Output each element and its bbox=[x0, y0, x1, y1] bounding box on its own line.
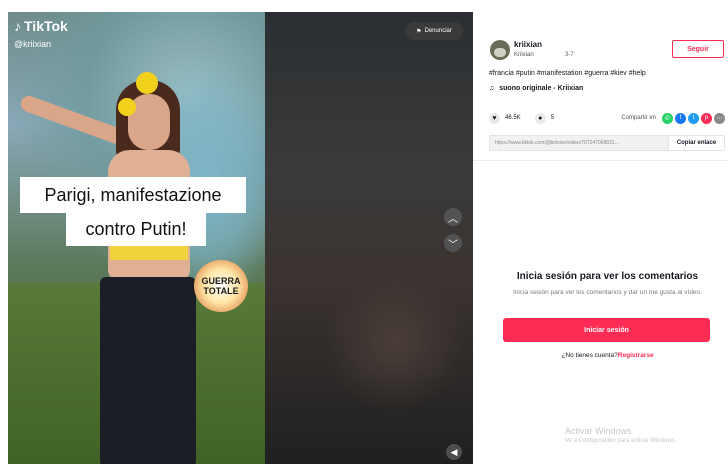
more-share-icon[interactable]: ⋯ bbox=[714, 112, 725, 124]
report-label: Denunciar bbox=[424, 28, 452, 34]
flower-crown bbox=[136, 72, 158, 94]
heart-icon: ♥ bbox=[489, 112, 500, 124]
comments-login-subtitle: Inicia sesión para ver los comentarios y… bbox=[513, 289, 702, 296]
login-button[interactable]: Iniciar sesión bbox=[503, 318, 710, 342]
music-link[interactable]: ♫ suono originale - Kriixian bbox=[489, 85, 583, 92]
signup-prompt: ¿No tienes cuenta?Registrarse bbox=[490, 352, 725, 359]
video-link-field[interactable]: https://www.tiktok.com/@kriixian/video/7… bbox=[490, 136, 668, 150]
comment-stat[interactable]: ● 5 bbox=[534, 112, 555, 124]
chevron-down-icon: ﹀ bbox=[448, 239, 458, 251]
pinterest-icon[interactable]: p bbox=[701, 112, 712, 124]
like-count: 46.5K bbox=[505, 115, 521, 121]
report-button[interactable]: ⚑ Denunciar bbox=[405, 22, 463, 40]
music-text: suono originale - Kriixian bbox=[499, 85, 584, 92]
video-handle: @kriixian bbox=[14, 39, 52, 49]
post-date: 3-7 bbox=[565, 52, 574, 58]
comment-count: 5 bbox=[550, 115, 555, 121]
tiktok-video-page: ♪ TikTok @kriixian Parigi, manifestazion… bbox=[0, 0, 728, 465]
flower-crown-2 bbox=[118, 98, 136, 116]
facebook-icon[interactable]: f bbox=[675, 112, 686, 124]
blurred-background bbox=[265, 12, 473, 464]
author-nickname: Kriixian bbox=[514, 52, 534, 58]
person-pants bbox=[100, 277, 196, 464]
chevron-up-icon: ︿ bbox=[448, 213, 458, 225]
music-note-icon: ♫ bbox=[489, 85, 495, 92]
avatar[interactable] bbox=[490, 40, 510, 60]
divider bbox=[473, 160, 728, 161]
no-account-text: ¿No tienes cuenta? bbox=[561, 352, 618, 359]
music-note-icon: ♪ bbox=[14, 18, 21, 34]
share-link-row: https://www.tiktok.com/@kriixian/video/7… bbox=[489, 135, 725, 151]
twitter-icon[interactable]: t bbox=[688, 112, 699, 124]
stats-row: ♥ 46.5K ● 5 Compartir en ✆ f t p ⋯ bbox=[489, 112, 725, 124]
like-stat[interactable]: ♥ 46.5K bbox=[489, 112, 521, 124]
video-caption-line2: contro Putin! bbox=[66, 212, 206, 246]
blur-glow bbox=[325, 272, 465, 412]
signup-link[interactable]: Registrarse bbox=[618, 352, 654, 359]
windows-activation-subtitle: Ve a Configuración para activar Windows. bbox=[565, 438, 677, 444]
comments-login-title: Inicia sesión para ver los comentarios bbox=[516, 271, 699, 282]
video-caption-line1: Parigi, manifestazione bbox=[20, 177, 246, 213]
tiktok-logo-text: TikTok bbox=[24, 18, 68, 34]
video-person bbox=[18, 72, 218, 464]
badge-line1: GUERRA bbox=[201, 276, 241, 286]
video-player[interactable]: ♪ TikTok @kriixian Parigi, manifestazion… bbox=[8, 12, 265, 464]
volume-icon: ◀ bbox=[450, 446, 458, 457]
flag-icon: ⚑ bbox=[416, 28, 422, 35]
video-description: #francia #putin #manifestation #guerra #… bbox=[489, 70, 646, 77]
volume-button[interactable]: ◀ bbox=[446, 444, 462, 460]
whatsapp-icon[interactable]: ✆ bbox=[662, 112, 673, 124]
follow-button[interactable]: Seguir bbox=[672, 40, 724, 58]
tiktok-watermark-logo: ♪ TikTok bbox=[14, 18, 68, 34]
windows-activation-title: Activar Windows bbox=[565, 426, 632, 436]
next-video-button[interactable]: ﹀ bbox=[444, 234, 462, 252]
previous-video-button[interactable]: ︿ bbox=[444, 208, 462, 226]
copy-link-button[interactable]: Copiar enlace bbox=[668, 136, 724, 150]
author-name[interactable]: kriixian bbox=[514, 40, 542, 49]
guerra-totale-badge: GUERRA TOTALE bbox=[194, 260, 248, 312]
info-panel bbox=[473, 12, 728, 465]
share-label: Compartir en bbox=[621, 115, 656, 121]
badge-line2: TOTALE bbox=[203, 286, 239, 296]
comment-icon: ● bbox=[534, 112, 546, 124]
